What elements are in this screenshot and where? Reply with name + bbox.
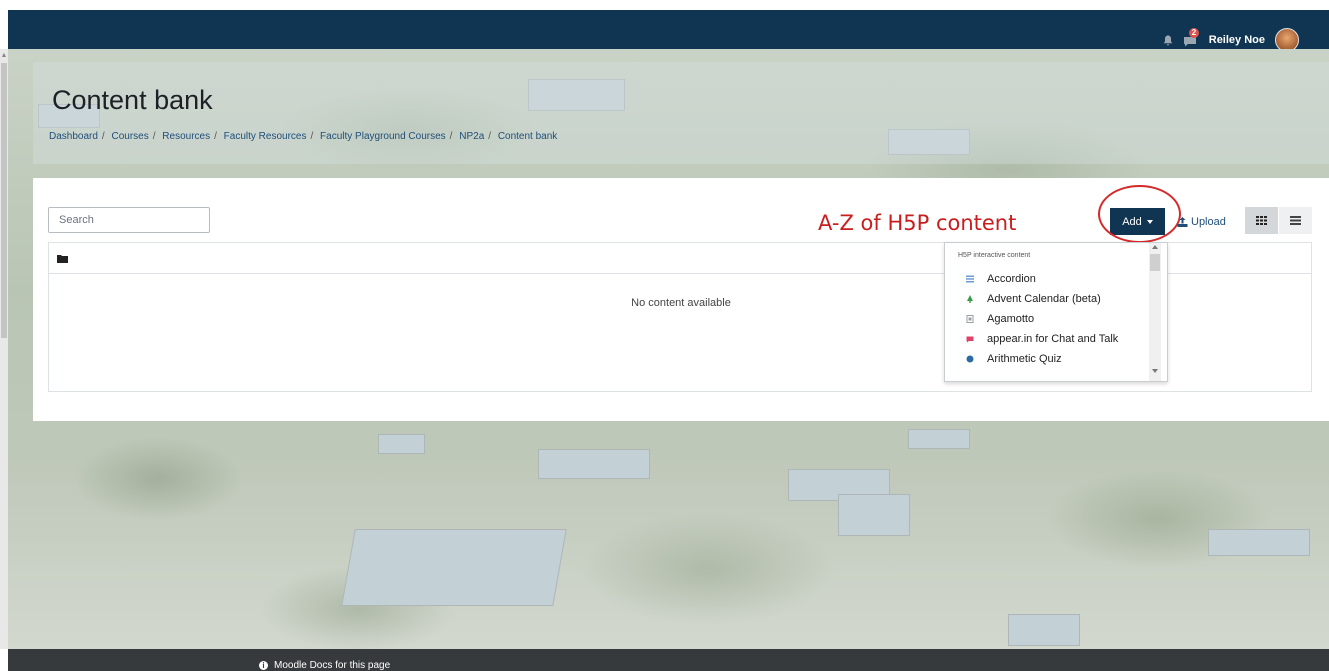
message-count-badge: 2: [1188, 28, 1200, 38]
dropdown-scrollbar[interactable]: [1149, 243, 1161, 381]
dropdown-item-label: Advent Calendar (beta): [987, 293, 1101, 305]
folder-icon[interactable]: [57, 254, 68, 263]
dropdown-item-agamotto[interactable]: Agamotto: [945, 309, 1145, 329]
scroll-up-arrow-icon[interactable]: [1152, 245, 1158, 249]
upload-button[interactable]: Upload: [1177, 208, 1239, 235]
list-icon: [1290, 216, 1301, 225]
messages-icon[interactable]: 2: [1183, 28, 1200, 47]
annotation-text: A-Z of H5P content: [818, 211, 1017, 235]
add-button[interactable]: Add: [1110, 208, 1165, 235]
breadcrumb-faculty-playground-courses[interactable]: Faculty Playground Courses: [320, 131, 446, 142]
agamotto-icon: [966, 315, 974, 323]
page-footer: [8, 649, 1329, 671]
breadcrumb: Dashboard / Courses / Resources / Faculty R…: [49, 131, 558, 142]
scroll-down-arrow-icon[interactable]: [1152, 369, 1158, 373]
dropdown-scrollbar-thumb[interactable]: [1150, 254, 1160, 271]
grid-view-button[interactable]: [1245, 207, 1278, 234]
caret-down-icon: [1146, 219, 1153, 224]
page-scrollbar[interactable]: ▲: [0, 49, 8, 649]
list-view-button[interactable]: [1279, 207, 1312, 234]
page-scrollbar-thumb[interactable]: [1, 63, 7, 338]
page-header: [33, 62, 1329, 164]
breadcrumb-np2a[interactable]: NP2a: [459, 131, 484, 142]
dropdown-item-label: Agamotto: [987, 313, 1035, 325]
breadcrumb-resources[interactable]: Resources: [162, 131, 210, 142]
upload-icon: [1177, 216, 1188, 227]
grid-icon: [1256, 216, 1267, 225]
dropdown-item-appear-in[interactable]: appear.in for Chat and Talk: [945, 329, 1145, 349]
breadcrumb-content-bank[interactable]: Content bank: [498, 131, 558, 142]
arithmetic-icon: [966, 355, 974, 363]
breadcrumb-dashboard[interactable]: Dashboard: [49, 131, 98, 142]
appear-icon: [966, 336, 974, 343]
dropdown-item-accordion[interactable]: Accordion: [945, 269, 1145, 289]
breadcrumb-faculty-resources[interactable]: Faculty Resources: [224, 131, 307, 142]
moodle-docs-link[interactable]: i Moodle Docs for this page: [259, 660, 390, 671]
user-name[interactable]: Reiley Noe: [1209, 34, 1265, 46]
accordion-icon: [966, 275, 974, 283]
breadcrumb-courses[interactable]: Courses: [111, 131, 148, 142]
info-icon: i: [259, 661, 268, 670]
dropdown-item-label: Accordion: [987, 273, 1036, 285]
add-dropdown-menu: H5P interactive content Accordion Advent…: [944, 242, 1168, 382]
add-button-label: Add: [1122, 215, 1142, 228]
notification-bell-icon[interactable]: [1163, 35, 1173, 46]
page-title: Content bank: [52, 85, 213, 115]
search-input[interactable]: [48, 207, 210, 233]
upload-button-label: Upload: [1191, 215, 1226, 228]
dropdown-item-advent-calendar[interactable]: Advent Calendar (beta): [945, 289, 1145, 309]
top-navbar: 2 Reiley Noe: [8, 10, 1329, 52]
moodle-docs-label: Moodle Docs for this page: [274, 660, 391, 671]
scroll-up-arrow-icon[interactable]: ▲: [0, 52, 8, 59]
dropdown-item-label: Arithmetic Quiz: [987, 353, 1062, 365]
tree-icon: [967, 295, 973, 303]
dropdown-header: H5P interactive content: [958, 252, 1031, 259]
dropdown-item-arithmetic-quiz[interactable]: Arithmetic Quiz: [945, 349, 1145, 369]
dropdown-item-label: appear.in for Chat and Talk: [987, 333, 1119, 345]
